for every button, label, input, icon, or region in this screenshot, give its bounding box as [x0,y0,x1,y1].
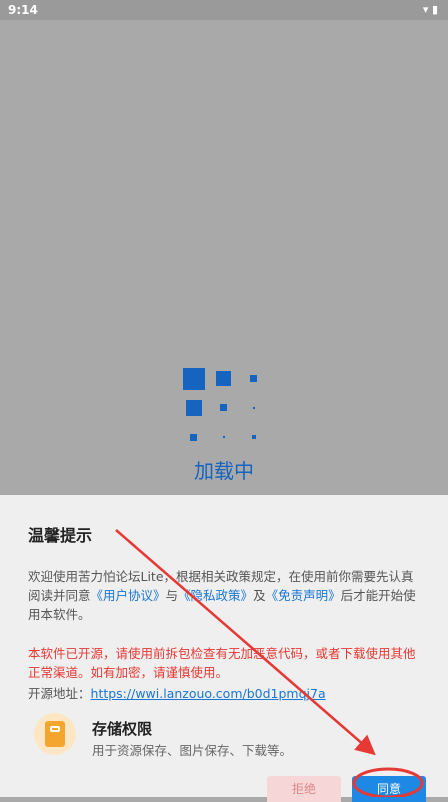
red-arrow-icon [115,529,376,756]
red-circle-highlight-icon [352,767,424,797]
annotation-overlay [115,529,424,797]
